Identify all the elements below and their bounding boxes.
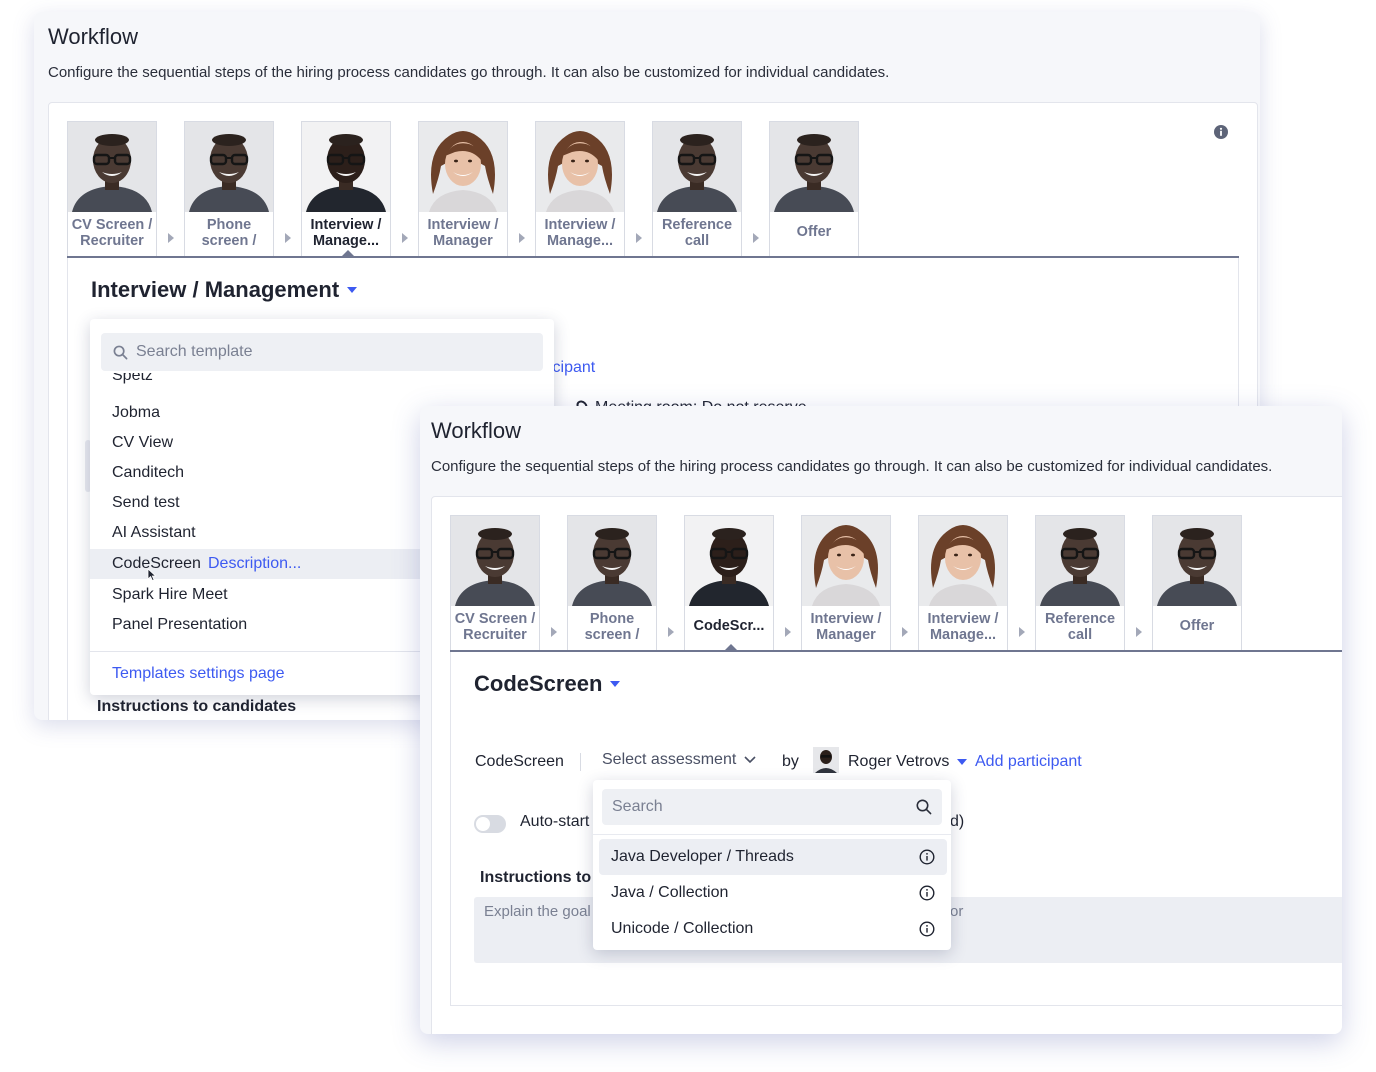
workflow-card-front: Workflow Configure the sequential steps … <box>420 406 1342 1034</box>
workflow-title: Workflow <box>431 418 522 443</box>
interviewer-photo <box>568 516 656 606</box>
step-arrow-icon <box>657 515 684 651</box>
step-cv-screen[interactable]: CV Screen / Recruiter <box>450 515 540 651</box>
template-item[interactable]: AI Assistant <box>112 524 196 542</box>
provider-label: CodeScreen <box>475 753 564 770</box>
divider <box>593 834 951 835</box>
assessment-option[interactable]: Java Developer / Threads <box>599 839 947 875</box>
interviewer-photo <box>185 122 273 212</box>
select-assessment-dropdown[interactable]: Select assessment <box>602 751 756 769</box>
stage-title[interactable]: Interview / Management <box>91 277 358 303</box>
step-interview-manage-2[interactable]: Interview / Manage... <box>535 121 625 257</box>
info-icon[interactable] <box>919 885 935 901</box>
step-reference-call[interactable]: Reference call <box>652 121 742 257</box>
step-arrow-icon <box>508 121 535 257</box>
chevron-down-icon <box>744 756 756 764</box>
step-interview-manager[interactable]: Interview / Manager <box>801 515 891 651</box>
templates-settings-link[interactable]: Templates settings page <box>112 665 285 683</box>
info-icon[interactable] <box>1214 125 1228 139</box>
step-cv-screen[interactable]: CV Screen / Recruiter <box>67 121 157 257</box>
step-interview-management[interactable]: Interview / Manage... <box>301 121 391 257</box>
instructions-label: Instructions to candidates <box>97 698 297 715</box>
assessment-option[interactable]: Java / Collection <box>599 875 947 911</box>
divider <box>580 753 581 771</box>
chevron-down-icon <box>957 759 968 765</box>
step-arrow-icon <box>774 515 801 651</box>
step-phone-screen[interactable]: Phone screen / <box>184 121 274 257</box>
interviewer-photo <box>919 516 1007 606</box>
step-interview-manage-2[interactable]: Interview / Manage... <box>918 515 1008 651</box>
search-icon <box>113 345 128 359</box>
step-offer[interactable]: Offer <box>769 121 859 257</box>
interviewer-photo <box>302 122 390 212</box>
step-arrow-icon <box>391 121 418 257</box>
workflow-description: Configure the sequential steps of the hi… <box>48 64 890 81</box>
step-list: CV Screen / Recruiter Phone screen / CodeS… <box>450 515 1242 651</box>
interviewer-photo <box>536 122 624 212</box>
autostart-tail-text: d) <box>950 813 965 830</box>
workflow-panel: CV Screen / Recruiter Phone screen / CodeS… <box>431 496 1342 1034</box>
list-clip: Spetz <box>90 373 554 387</box>
assessment-dropdown: Search Java Developer / Threads Java / C… <box>593 780 951 950</box>
mouse-cursor-icon <box>147 568 157 582</box>
avatar <box>813 747 839 773</box>
stage-title[interactable]: CodeScreen <box>474 671 621 697</box>
chevron-down-icon <box>347 287 358 293</box>
interviewer-photo <box>451 516 539 606</box>
workflow-description: Configure the sequential steps of the hi… <box>431 458 1273 475</box>
instructions-label: Instructions to <box>480 869 592 886</box>
chevron-down-icon <box>610 681 621 687</box>
template-description-link[interactable]: Description... <box>208 555 301 573</box>
step-arrow-icon <box>157 121 184 257</box>
template-item[interactable]: Canditech <box>112 464 184 482</box>
add-participant-link[interactable]: icipant <box>549 359 595 377</box>
interviewer-photo <box>1153 516 1241 606</box>
template-item[interactable]: Spark Hire Meet <box>112 586 228 604</box>
assessment-option[interactable]: Unicode / Collection <box>599 911 947 947</box>
step-arrow-icon <box>625 121 652 257</box>
step-offer[interactable]: Offer <box>1152 515 1242 651</box>
interviewer-photo <box>1036 516 1124 606</box>
interviewer-photo <box>68 122 156 212</box>
step-arrow-icon <box>1008 515 1035 651</box>
owner-select[interactable]: Roger Vetrovs <box>848 753 968 771</box>
auto-start-label: Auto-start <box>520 813 590 830</box>
step-reference-call[interactable]: Reference call <box>1035 515 1125 651</box>
step-arrow-icon <box>891 515 918 651</box>
info-icon[interactable] <box>919 921 935 937</box>
template-item[interactable]: CV View <box>112 434 173 452</box>
add-participant-link[interactable]: Add participant <box>975 753 1082 771</box>
step-codescreen[interactable]: CodeScr... <box>684 515 774 651</box>
template-item[interactable]: Send test <box>112 494 180 512</box>
interviewer-photo <box>802 516 890 606</box>
template-item[interactable]: Panel Presentation <box>112 616 247 634</box>
workflow-title: Workflow <box>48 24 139 49</box>
interviewer-photo <box>685 516 773 606</box>
assessment-search-input[interactable]: Search <box>602 789 942 825</box>
step-interview-manager[interactable]: Interview / Manager <box>418 121 508 257</box>
step-arrow-icon <box>274 121 301 257</box>
auto-start-toggle[interactable] <box>474 815 506 833</box>
interviewer-photo <box>653 122 741 212</box>
step-phone-screen[interactable]: Phone screen / <box>567 515 657 651</box>
by-label: by <box>782 753 799 770</box>
template-search-input[interactable]: Search template <box>101 333 543 371</box>
step-list: CV Screen / Recruiter Phone screen / Inter… <box>67 121 859 257</box>
step-arrow-icon <box>540 515 567 651</box>
step-arrow-icon <box>742 121 769 257</box>
search-icon <box>916 799 932 815</box>
info-icon[interactable] <box>919 849 935 865</box>
template-item[interactable]: Spetz <box>112 373 153 385</box>
template-item[interactable]: Jobma <box>112 404 160 422</box>
step-arrow-icon <box>1125 515 1152 651</box>
interviewer-photo <box>419 122 507 212</box>
interviewer-photo <box>770 122 858 212</box>
